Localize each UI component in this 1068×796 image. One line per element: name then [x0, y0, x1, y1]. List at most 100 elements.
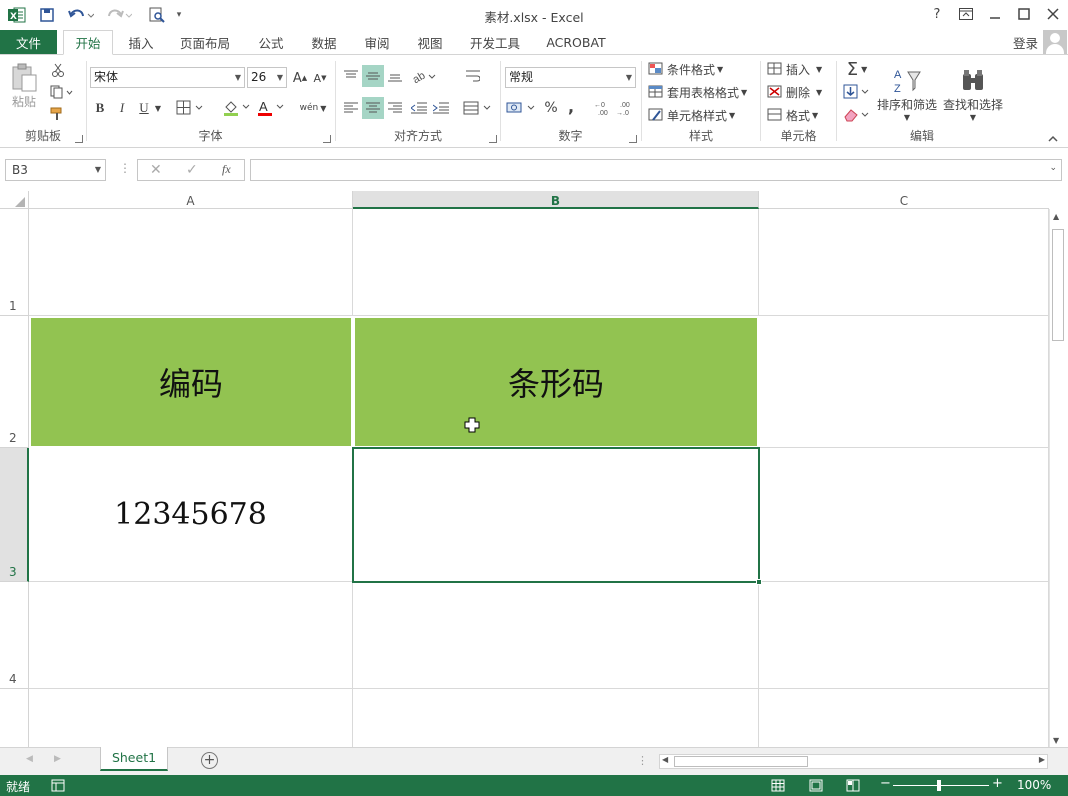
cut-icon[interactable]	[48, 61, 68, 79]
column-header-c[interactable]: C	[759, 191, 1049, 209]
fill-color-icon[interactable]	[221, 97, 253, 119]
fill-icon[interactable]	[841, 82, 873, 102]
sort-filter-button[interactable]: AZ 排序和筛选 ▼	[875, 59, 939, 129]
format-as-table-button[interactable]: 套用表格格式 ▼	[648, 82, 758, 102]
align-center-icon[interactable]	[362, 97, 384, 119]
zoom-in-icon[interactable]: +	[992, 776, 1003, 791]
scroll-sheets-left-icon[interactable]: ◀	[26, 754, 33, 764]
font-color-icon[interactable]: A	[255, 97, 287, 119]
fill-handle[interactable]	[756, 579, 762, 585]
italic-button[interactable]: I	[113, 97, 131, 119]
font-size-select[interactable]: 26 ▼	[247, 67, 287, 88]
zoom-slider-thumb[interactable]	[937, 780, 941, 791]
align-middle-icon[interactable]	[362, 65, 384, 87]
number-launcher-icon[interactable]	[629, 135, 637, 143]
phonetic-guide-icon[interactable]: wén ▼	[297, 97, 329, 119]
number-format-select[interactable]: 常规 ▼	[505, 67, 636, 88]
minimize-icon[interactable]	[983, 4, 1007, 24]
tab-view[interactable]: 视图	[409, 30, 451, 54]
cell-c3[interactable]	[759, 448, 1049, 582]
select-all-corner[interactable]	[0, 191, 29, 209]
accounting-format-icon[interactable]	[505, 97, 539, 119]
row-header-4[interactable]: 4	[0, 582, 29, 689]
sign-in-link[interactable]: 登录	[1013, 33, 1038, 52]
name-box[interactable]: B3 ▼	[5, 159, 106, 181]
close-icon[interactable]	[1041, 4, 1065, 24]
tab-home[interactable]: 开始	[63, 30, 113, 55]
ribbon-display-options-icon[interactable]	[954, 4, 978, 24]
increase-indent-icon[interactable]	[430, 97, 452, 119]
align-right-icon[interactable]	[384, 97, 406, 119]
avatar[interactable]	[1043, 30, 1067, 54]
cell-a3[interactable]: 12345678	[29, 448, 353, 582]
column-header-a[interactable]: A	[29, 191, 353, 209]
chevron-down-icon[interactable]: ▼	[153, 99, 163, 117]
vertical-scrollbar[interactable]: ▲ ▼	[1049, 209, 1066, 747]
maximize-icon[interactable]	[1012, 4, 1036, 24]
grow-font-icon[interactable]: A ▲	[291, 68, 309, 88]
normal-view-icon[interactable]	[771, 779, 785, 792]
insert-cells-button[interactable]: 插入 ▼	[767, 59, 833, 79]
page-layout-view-icon[interactable]	[809, 779, 823, 792]
merge-center-icon[interactable]	[462, 97, 494, 119]
new-sheet-icon[interactable]: +	[201, 752, 218, 769]
confirm-entry-icon[interactable]: ✓	[186, 162, 198, 178]
sheet-tab-sheet1[interactable]: Sheet1	[100, 747, 168, 771]
expand-formula-bar-icon[interactable]: ⌄	[1049, 163, 1057, 173]
row-header-5[interactable]	[0, 689, 29, 747]
scroll-up-icon[interactable]: ▲	[1053, 212, 1059, 221]
row-header-2[interactable]: 2	[0, 316, 29, 448]
cell-a2[interactable]: 编码	[29, 316, 353, 448]
underline-button[interactable]: U	[135, 97, 153, 119]
cell-a1[interactable]	[29, 209, 353, 316]
formula-input[interactable]: ⌄	[250, 159, 1062, 181]
column-header-b[interactable]: B	[353, 191, 759, 209]
tab-page-layout[interactable]: 页面布局	[172, 30, 238, 54]
macro-record-icon[interactable]	[51, 779, 65, 792]
tab-acrobat[interactable]: ACROBAT	[540, 30, 612, 54]
bold-button[interactable]: B	[91, 97, 109, 119]
format-painter-icon[interactable]	[48, 105, 68, 123]
horizontal-scroll-thumb[interactable]	[674, 756, 808, 767]
cell-styles-button[interactable]: 单元格样式 ▼	[648, 105, 756, 125]
paste-button[interactable]: 粘贴	[6, 59, 42, 113]
font-name-select[interactable]: 宋体 ▼	[90, 67, 245, 88]
help-button[interactable]: ?	[925, 4, 949, 24]
scroll-right-icon[interactable]: ▶	[1039, 755, 1045, 764]
clipboard-launcher-icon[interactable]	[75, 135, 83, 143]
tab-split-grip-icon[interactable]: ⋮	[637, 754, 648, 767]
page-break-view-icon[interactable]	[846, 779, 860, 792]
tab-file[interactable]: 文件	[0, 30, 57, 54]
cell-b4[interactable]	[353, 582, 759, 689]
collapse-ribbon-icon[interactable]	[1046, 131, 1060, 145]
percent-style-button[interactable]: %	[541, 97, 561, 119]
insert-function-button[interactable]: fx	[222, 162, 231, 177]
cell-c4[interactable]	[759, 582, 1049, 689]
font-launcher-icon[interactable]	[323, 135, 331, 143]
align-bottom-icon[interactable]	[384, 65, 406, 87]
cell-c1[interactable]	[759, 209, 1049, 316]
cell-c2[interactable]	[759, 316, 1049, 448]
clear-icon[interactable]	[841, 105, 873, 125]
tab-insert[interactable]: 插入	[118, 30, 164, 54]
decrease-decimal-icon[interactable]: .00 →.0	[615, 97, 637, 119]
scroll-sheets-right-icon[interactable]: ▶	[54, 754, 61, 764]
find-select-button[interactable]: 查找和选择 ▼	[941, 59, 1005, 129]
vertical-scroll-thumb[interactable]	[1052, 229, 1064, 341]
tab-formulas[interactable]: 公式	[250, 30, 292, 54]
align-left-icon[interactable]	[340, 97, 362, 119]
comma-style-button[interactable]: ,	[563, 95, 579, 117]
zoom-level[interactable]: 100%	[1017, 778, 1051, 792]
scroll-left-icon[interactable]: ◀	[662, 755, 668, 764]
conditional-formatting-button[interactable]: 条件格式 ▼	[648, 59, 756, 79]
align-top-icon[interactable]	[340, 65, 362, 87]
increase-decimal-icon[interactable]: ←0.00	[593, 97, 615, 119]
cell-a4[interactable]	[29, 582, 353, 689]
alignment-launcher-icon[interactable]	[489, 135, 497, 143]
borders-icon[interactable]	[175, 97, 207, 119]
cell-a5[interactable]	[29, 689, 353, 747]
autosum-icon[interactable]: Σ ▼	[841, 59, 873, 80]
tab-data[interactable]: 数据	[303, 30, 345, 54]
copy-icon[interactable]	[48, 83, 76, 101]
decrease-indent-icon[interactable]	[408, 97, 430, 119]
